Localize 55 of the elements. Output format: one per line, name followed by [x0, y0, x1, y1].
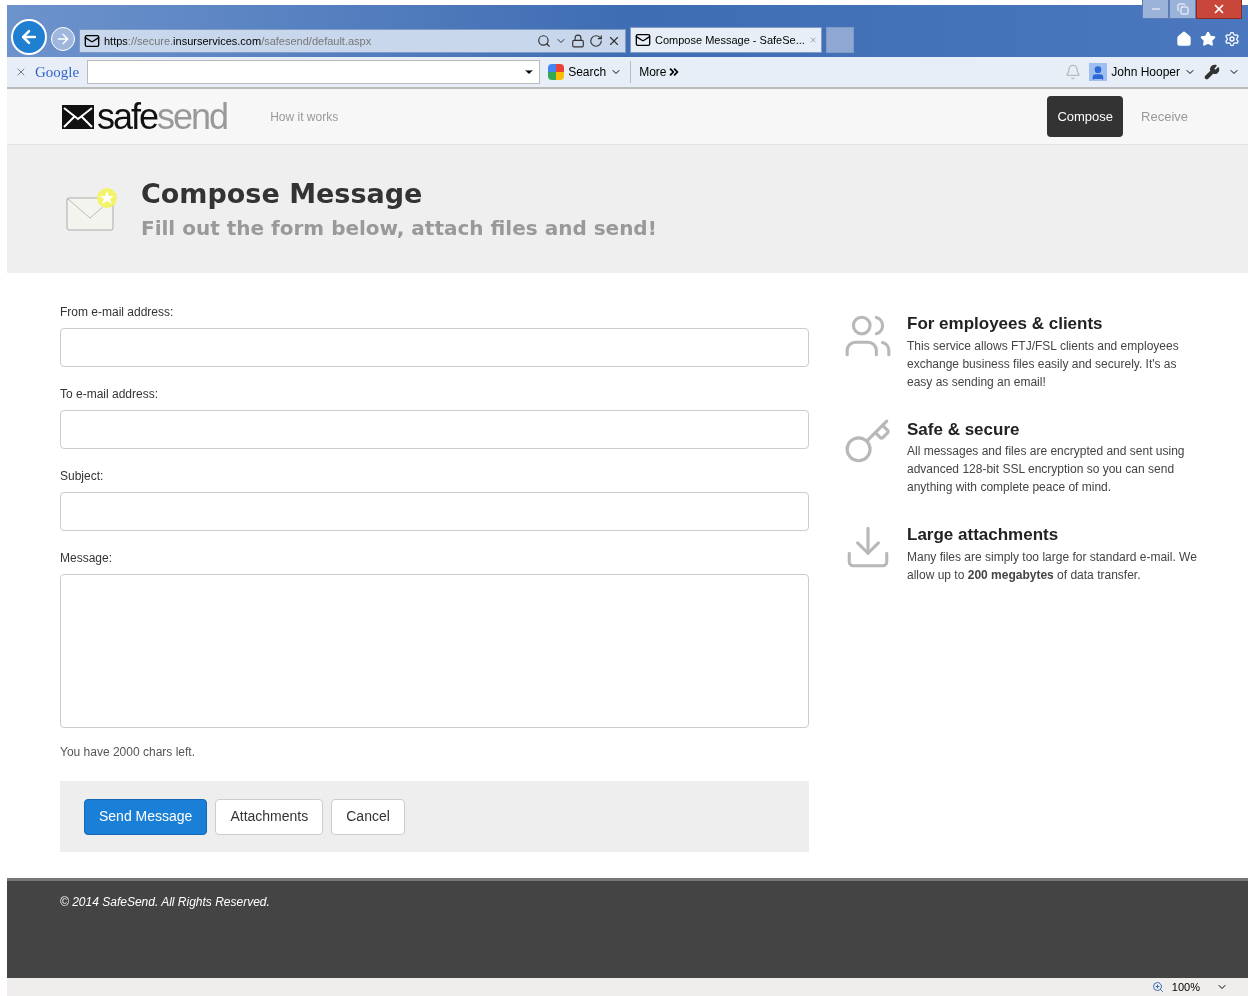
- home-icon[interactable]: [1176, 31, 1192, 47]
- input-field[interactable]: [60, 410, 809, 449]
- refresh-icon[interactable]: [589, 34, 603, 48]
- envelope-icon: [62, 104, 94, 129]
- zoom-level[interactable]: 100%: [1171, 978, 1200, 996]
- back-button[interactable]: [11, 19, 47, 55]
- copyright-text: © 2014 SafeSend. All Rights Reserved.: [60, 894, 271, 911]
- input-field[interactable]: [60, 328, 809, 367]
- send-button[interactable]: Send Message: [84, 798, 208, 835]
- forward-button[interactable]: [51, 27, 75, 51]
- forward-arrow-icon: [55, 31, 71, 47]
- settings-icon[interactable]: [1224, 31, 1240, 47]
- feature-text: Many files are simply too large for standard e-mail. We allow up to 200 megabytes of data transfer.: [907, 548, 1198, 584]
- stop-icon[interactable]: [607, 34, 621, 48]
- close-icon: [1212, 2, 1226, 16]
- nav-link[interactable]: Compose: [1047, 95, 1124, 138]
- star-icon[interactable]: [1200, 31, 1216, 47]
- form-button[interactable]: Attachments: [215, 798, 324, 835]
- field-label: Subject:: [60, 468, 105, 485]
- close-icon[interactable]: [15, 66, 27, 78]
- user-menu[interactable]: John Hooper: [1089, 63, 1196, 81]
- lock-icon: [571, 34, 585, 48]
- envelope-star-icon: [65, 186, 119, 232]
- wrench-icon[interactable]: [1204, 64, 1220, 80]
- mail-icon: [635, 32, 651, 48]
- google-logo: Google: [35, 62, 80, 82]
- input-field[interactable]: [60, 492, 809, 531]
- feature-title: Safe & secure: [907, 418, 1021, 441]
- browser-tab[interactable]: Compose Message - SafeSe...: [630, 27, 822, 53]
- chars-left-text: You have 2000 chars left.: [60, 744, 196, 761]
- logo-text: safesend: [97, 98, 228, 135]
- address-bar[interactable]: https://secure.insurservices.com/safesend/default.aspx: [79, 29, 626, 53]
- field-label: To e-mail address:: [60, 386, 160, 403]
- close-button[interactable]: [1196, 0, 1242, 19]
- field-label: From e-mail address:: [60, 304, 175, 321]
- feature-text: All messages and files are encrypted and sent using advanced 128-bit SSL encryption so you can send anything with complete peace of mind.: [907, 443, 1186, 496]
- restore-icon: [1176, 3, 1189, 15]
- page-subtitle: Fill out the form below, attach files and send!: [141, 216, 657, 242]
- page-title: Compose Message: [141, 176, 424, 211]
- restore-button[interactable]: [1169, 0, 1196, 19]
- field-label: Message:: [60, 550, 114, 567]
- message-field[interactable]: [60, 574, 809, 728]
- feature-title: Large attachments: [907, 524, 1060, 546]
- search-icon[interactable]: [537, 34, 551, 48]
- feature-text: This service allows FTJ/FSL clients and employees exchange business files easily and securely. It's as easy as sending an email!: [907, 337, 1180, 391]
- google-search-field[interactable]: [87, 60, 541, 84]
- search-button[interactable]: Search: [548, 63, 623, 81]
- tab-title: Compose Message - SafeSe...: [655, 32, 805, 48]
- form-button[interactable]: Cancel: [331, 798, 405, 835]
- minimize-button[interactable]: [1142, 0, 1169, 19]
- url-text: https://secure.insurservices.com/safesend/default.aspx: [104, 33, 373, 49]
- mail-icon: [84, 33, 100, 49]
- feature-title: For employees & clients: [907, 313, 1104, 335]
- zoom-icon: [1151, 981, 1164, 993]
- more-button[interactable]: More: [639, 63, 681, 81]
